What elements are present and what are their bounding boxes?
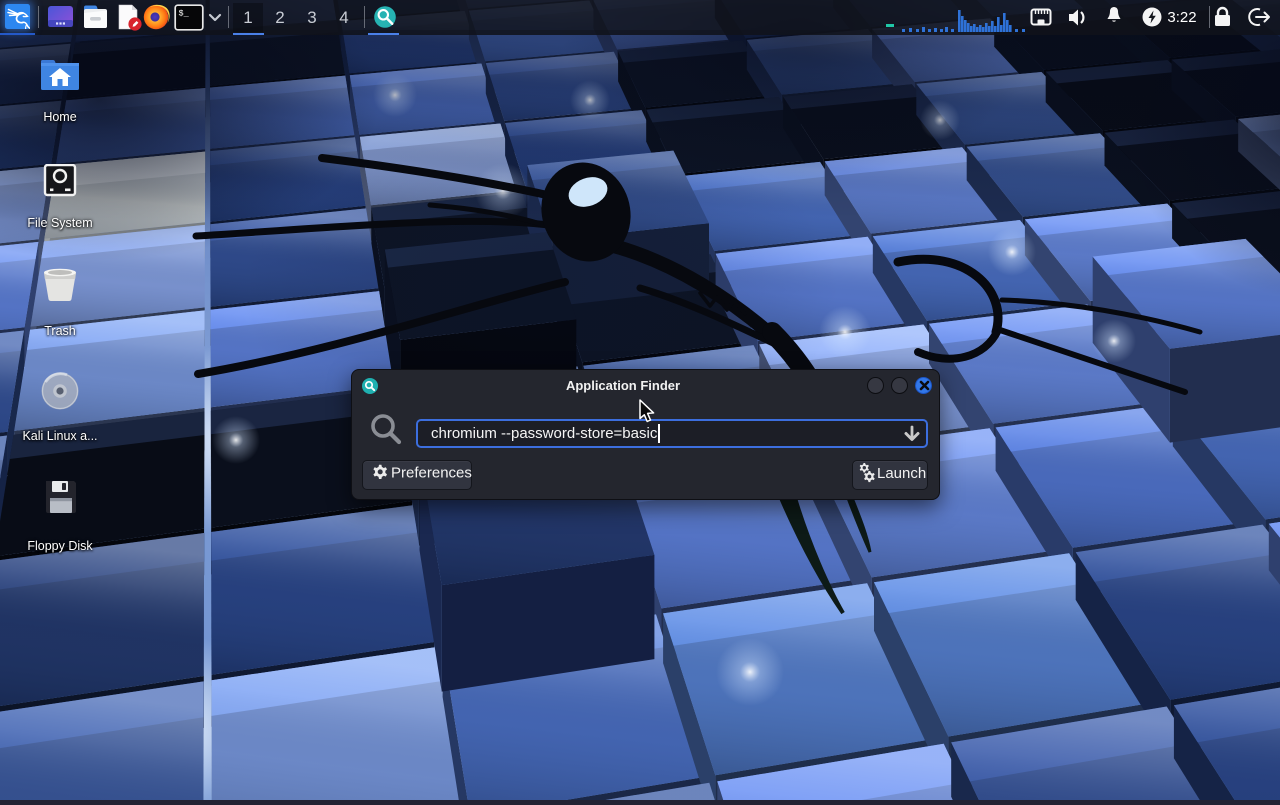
svg-text:Launch: Launch: [877, 465, 926, 482]
svg-text:Preferences: Preferences: [391, 465, 472, 482]
svg-text:$_: $_: [179, 9, 190, 19]
